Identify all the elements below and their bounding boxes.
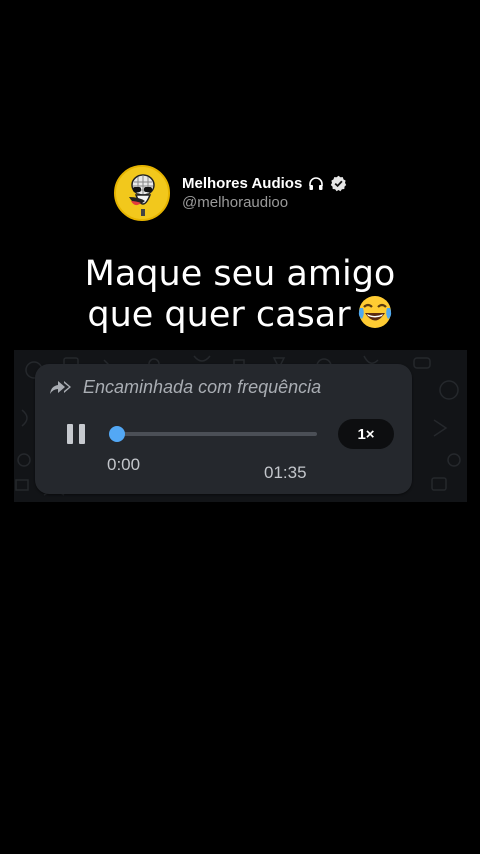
headline-line-1: Maque seu amigo	[84, 254, 396, 294]
verified-badge-icon	[330, 175, 347, 192]
playback-scrubber-handle[interactable]	[109, 426, 125, 442]
playback-speed-button[interactable]: 1×	[338, 419, 394, 449]
pause-button[interactable]	[67, 424, 87, 444]
headline-line-2: que quer casar	[0, 294, 480, 339]
headphones-icon	[308, 176, 324, 192]
name-row: Melhores Audios	[182, 175, 347, 192]
tears-of-joy-emoji-icon	[357, 294, 393, 339]
profile-header: Melhores Audios @melhoraudioo	[114, 165, 347, 221]
forwarded-label-row: Encaminhada com frequência	[49, 377, 321, 398]
video-frame: Melhores Audios @melhoraudioo Maque seu …	[0, 0, 480, 854]
laughing-microphone-mascot-icon	[116, 167, 168, 219]
voice-message-bubble: Encaminhada com frequência 1× 0:00 01:35	[35, 364, 412, 494]
pause-bar-left	[67, 424, 73, 444]
account-name: Melhores Audios	[182, 175, 303, 192]
duration: 01:35	[264, 463, 307, 482]
profile-text: Melhores Audios @melhoraudioo	[182, 175, 347, 211]
current-time: 0:00	[107, 455, 141, 474]
pause-bar-right	[79, 424, 85, 444]
headline-line-2-text: que quer casar	[87, 295, 351, 335]
avatar	[114, 165, 170, 221]
account-handle: @melhoraudioo	[182, 194, 289, 211]
playback-seekbar[interactable]	[109, 426, 317, 442]
headline: Maque seu amigo que quer casar	[0, 254, 480, 339]
forwarded-label: Encaminhada com frequência	[83, 377, 322, 397]
double-forward-arrow-icon	[49, 379, 75, 397]
